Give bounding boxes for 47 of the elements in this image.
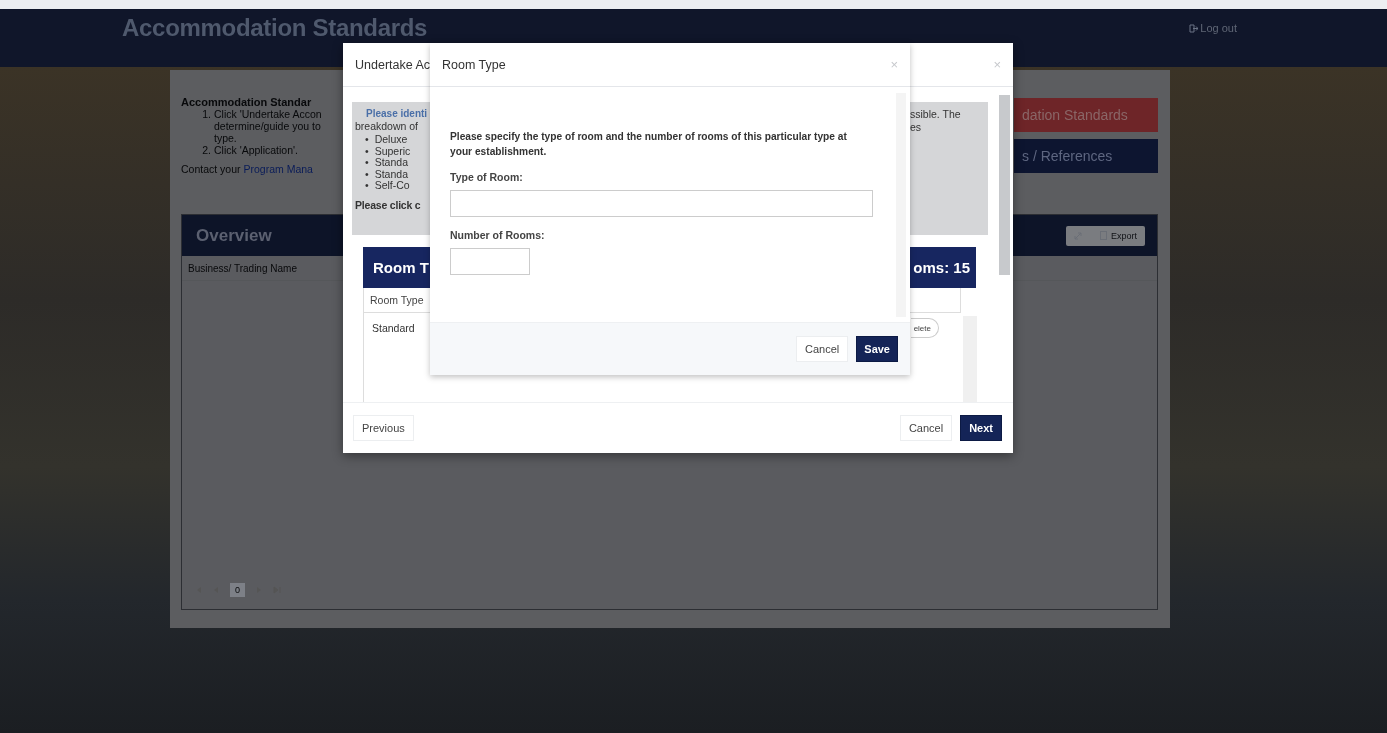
step-number: 2. (201, 144, 211, 156)
export-button[interactable]: Export (1086, 230, 1137, 241)
list-item: Standa (374, 168, 408, 181)
bullet: • (365, 157, 369, 169)
input-field[interactable] (450, 190, 873, 217)
table-title: Room T (373, 259, 429, 276)
step-text: Click 'Undertake Accon determine/guide you to type. (214, 108, 322, 144)
logout-link[interactable]: Log out (1189, 22, 1237, 34)
list-item: Standa (374, 157, 408, 169)
column-header: Business/ Trading Name (188, 262, 297, 274)
dialog-title: Room Type (442, 57, 506, 72)
save-button[interactable]: Save (856, 336, 898, 362)
delete-button[interactable]: elete (910, 318, 939, 338)
list-item: Self-Co (374, 180, 410, 192)
previous-button[interactable]: Previous (353, 415, 414, 441)
list-item: Deluxe (374, 134, 408, 146)
cancel-button[interactable]: Cancel (899, 415, 953, 441)
page-number[interactable]: 0 (230, 583, 245, 597)
list-item: Superic (374, 145, 411, 158)
instructions-text: Please specify the type of room and the number of rooms of this particular type at your establishment. (450, 130, 848, 159)
bullet: • (365, 168, 369, 181)
panel-title: Overview (196, 225, 272, 246)
field-label: Type of Room: (450, 171, 524, 183)
logout-icon (1189, 23, 1199, 33)
field-label: Number of Rooms: (450, 229, 546, 241)
scrollbar[interactable] (999, 95, 1010, 275)
bullet: • (365, 134, 369, 146)
next-button[interactable]: Next (960, 415, 1002, 441)
site-title: Accommodation Standards (122, 14, 428, 42)
contact-text: Contact your Program Mana (181, 163, 314, 175)
info-text: es (910, 121, 923, 134)
step-number: 1. (201, 108, 211, 122)
dialog-title: Undertake Ac (355, 57, 431, 72)
column-header: Room Type (370, 294, 424, 306)
nav-button[interactable]: s / References (1014, 139, 1158, 173)
info-note: Please click c (355, 198, 422, 211)
cancel-button[interactable]: Cancel (796, 336, 849, 362)
input-field[interactable] (450, 248, 530, 275)
table-cell: Standard (372, 322, 415, 334)
info-heading: Please identi (365, 108, 429, 120)
info-text: breakdown of (355, 120, 420, 133)
bullet: • (365, 145, 369, 158)
step-text: Click 'Application'. (214, 144, 298, 156)
section-heading: Accommodation Standar (181, 96, 313, 108)
room-total: oms: 15 (913, 259, 970, 276)
info-text: ssible. The (910, 108, 962, 121)
bullet: • (365, 180, 369, 192)
